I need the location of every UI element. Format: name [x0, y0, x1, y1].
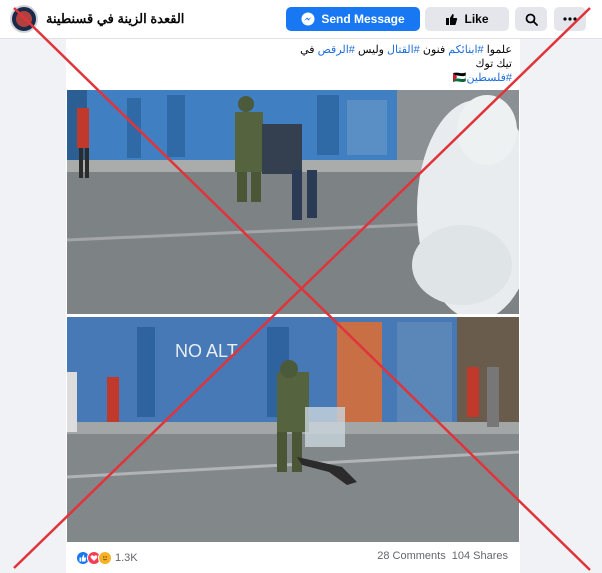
text-segment: علموا	[483, 44, 512, 56]
page-avatar[interactable]	[10, 5, 38, 33]
search-button[interactable]	[515, 7, 547, 31]
post-text-line-3: #فلسطين🇵🇸	[66, 71, 512, 85]
like-page-button[interactable]: Like	[425, 7, 509, 31]
hashtag-link[interactable]: #ابنائكم	[448, 44, 483, 56]
shares-count[interactable]: 104 Shares	[452, 550, 508, 562]
send-message-label: Send Message	[321, 12, 405, 26]
text-segment: وليس	[354, 44, 388, 56]
hashtag-link[interactable]: #فلسطين	[466, 72, 512, 84]
post-photo-top[interactable]	[67, 90, 519, 314]
post-card: علموا #ابنائكم فنون #القتال وليس #الرقص …	[66, 39, 520, 573]
reactions-summary[interactable]: 1.3K	[76, 550, 138, 566]
palestine-flag-emoji: 🇵🇸	[452, 72, 467, 84]
svg-text:NO ALT: NO ALT	[175, 341, 238, 361]
messenger-icon	[301, 12, 315, 26]
reaction-count: 1.3K	[115, 552, 138, 564]
post-text: علموا #ابنائكم فنون #القتال وليس #الرقص …	[66, 43, 514, 85]
search-icon	[525, 13, 538, 26]
street-scene-image	[67, 90, 519, 314]
post-text-line-1: علموا #ابنائكم فنون #القتال وليس #الرقص …	[66, 43, 512, 57]
street-scene-image: NO ALT	[67, 317, 519, 542]
text-segment: فنون	[419, 44, 449, 56]
send-message-button[interactable]: Send Message	[286, 7, 420, 31]
text-segment: في	[300, 44, 318, 56]
post-stats: 28 Comments 104 Shares	[377, 550, 508, 562]
comments-count[interactable]: 28 Comments	[377, 550, 445, 562]
more-icon	[563, 17, 577, 21]
thumbs-up-icon	[446, 13, 458, 25]
post-photo-bottom[interactable]: NO ALT	[67, 317, 519, 542]
facebook-page: القعدة الزينة في قسنطينة Send Message Li…	[0, 0, 602, 573]
page-header: القعدة الزينة في قسنطينة Send Message Li…	[0, 0, 602, 39]
hashtag-link[interactable]: #القتال	[387, 44, 420, 56]
hashtag-link[interactable]: #الرقص	[318, 44, 355, 56]
care-reaction-icon	[98, 551, 112, 565]
reaction-icons	[76, 551, 112, 565]
like-label: Like	[464, 12, 489, 26]
more-options-button[interactable]	[554, 7, 586, 31]
page-name[interactable]: القعدة الزينة في قسنطينة	[46, 11, 184, 27]
post-text-line-2: تيك توك	[475, 58, 512, 70]
